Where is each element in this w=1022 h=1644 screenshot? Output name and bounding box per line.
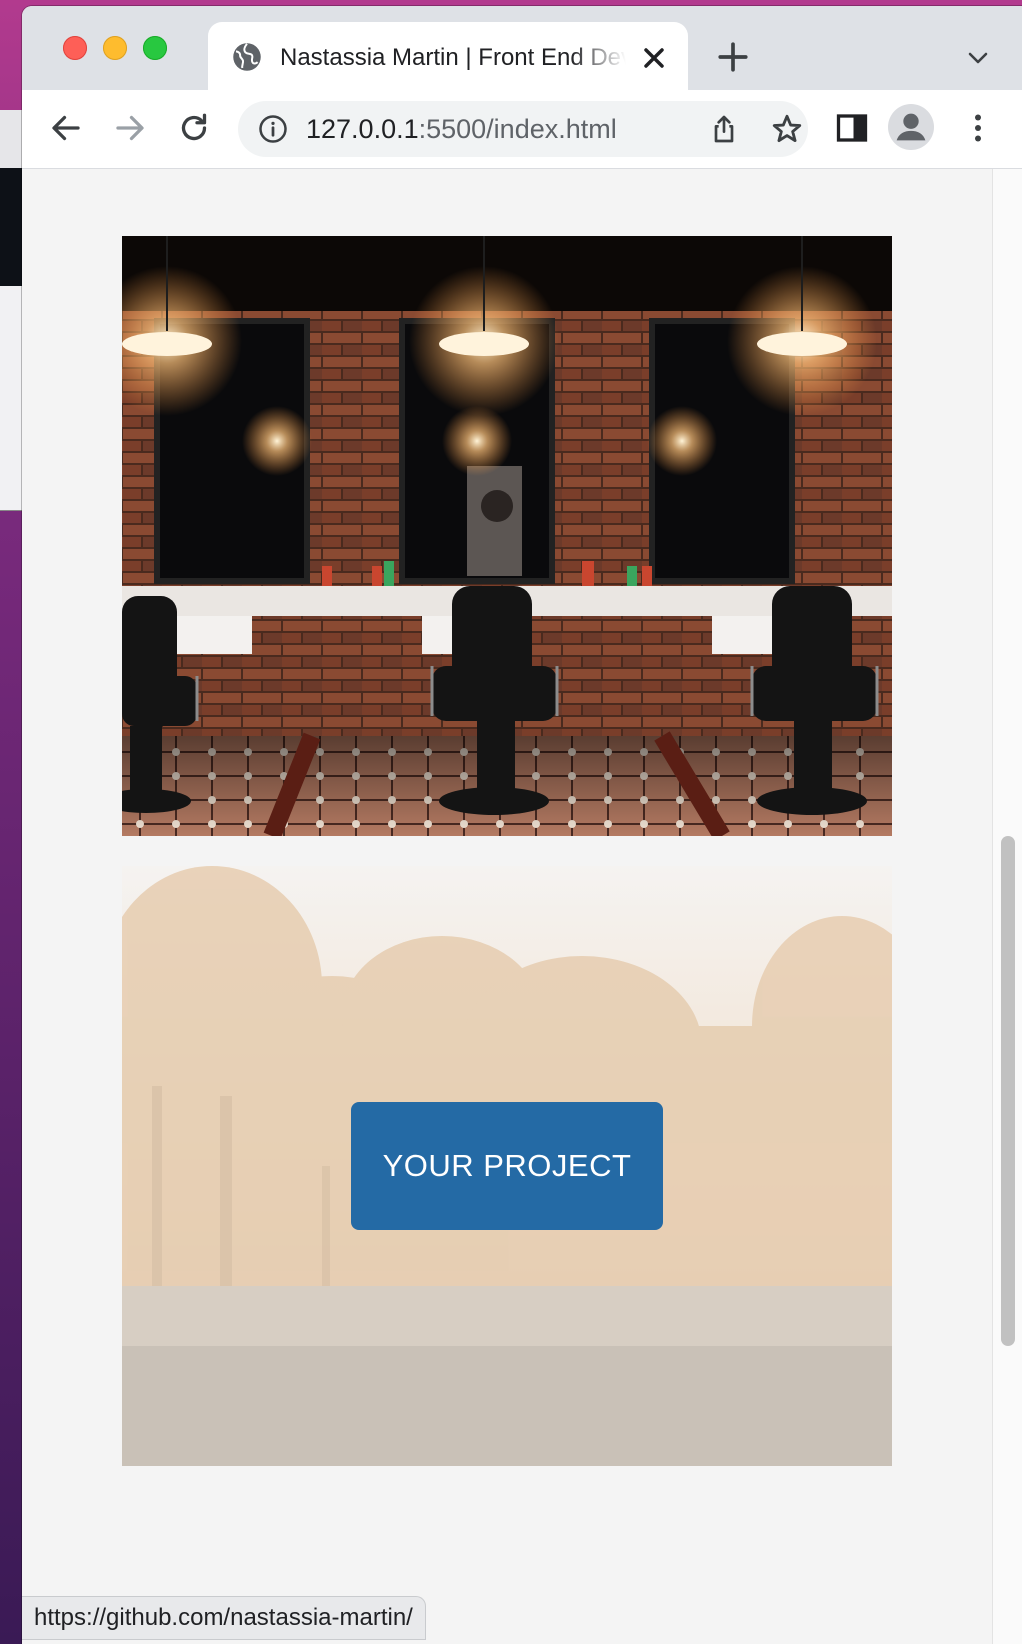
star-icon[interactable] <box>770 112 804 146</box>
desktop-background <box>0 0 22 1644</box>
barbershop-image <box>122 236 892 836</box>
scrollbar-thumb[interactable] <box>1001 836 1015 1346</box>
back-arrow-icon[interactable] <box>48 110 84 146</box>
status-bar-url: https://github.com/nastassia-martin/ <box>22 1596 426 1640</box>
url-path: :5500/index.html <box>418 114 617 144</box>
url-host: 127.0.0.1 <box>306 114 419 144</box>
minimize-window-button[interactable] <box>103 36 127 60</box>
globe-icon <box>233 43 261 71</box>
page-viewport: YOUR PROJECT <box>22 169 992 1644</box>
url-text: 127.0.0.1:5500/index.html <box>306 113 617 145</box>
project-card: YOUR PROJECT <box>122 866 892 1466</box>
browser-window: Nastassia Martin | Front End Developer <box>22 6 1022 1644</box>
background-window-edge <box>0 110 22 168</box>
profile-icon[interactable] <box>888 104 934 150</box>
fullscreen-window-button[interactable] <box>143 36 167 60</box>
background-window-edge-light <box>0 286 22 511</box>
your-project-button[interactable]: YOUR PROJECT <box>351 1102 663 1230</box>
reload-icon[interactable] <box>176 110 212 146</box>
vertical-scrollbar[interactable] <box>992 169 1022 1644</box>
info-icon[interactable] <box>258 114 288 144</box>
browser-toolbar: 127.0.0.1:5500/index.html <box>22 90 1022 169</box>
share-icon[interactable] <box>708 113 740 145</box>
active-tab[interactable]: Nastassia Martin | Front End Developer <box>208 22 688 92</box>
side-panel-icon[interactable] <box>834 110 870 146</box>
address-bar[interactable]: 127.0.0.1:5500/index.html <box>238 101 808 157</box>
forward-arrow-icon[interactable] <box>112 110 148 146</box>
chevron-down-icon[interactable] <box>964 46 992 70</box>
more-vertical-icon[interactable] <box>960 110 996 146</box>
background-window-edge-dark <box>0 168 22 286</box>
tab-strip: Nastassia Martin | Front End Developer <box>22 6 1022 92</box>
plus-icon[interactable] <box>716 40 750 74</box>
close-window-button[interactable] <box>63 36 87 60</box>
close-icon[interactable] <box>638 42 670 74</box>
tab-title: Nastassia Martin | Front End Developer <box>280 44 626 71</box>
